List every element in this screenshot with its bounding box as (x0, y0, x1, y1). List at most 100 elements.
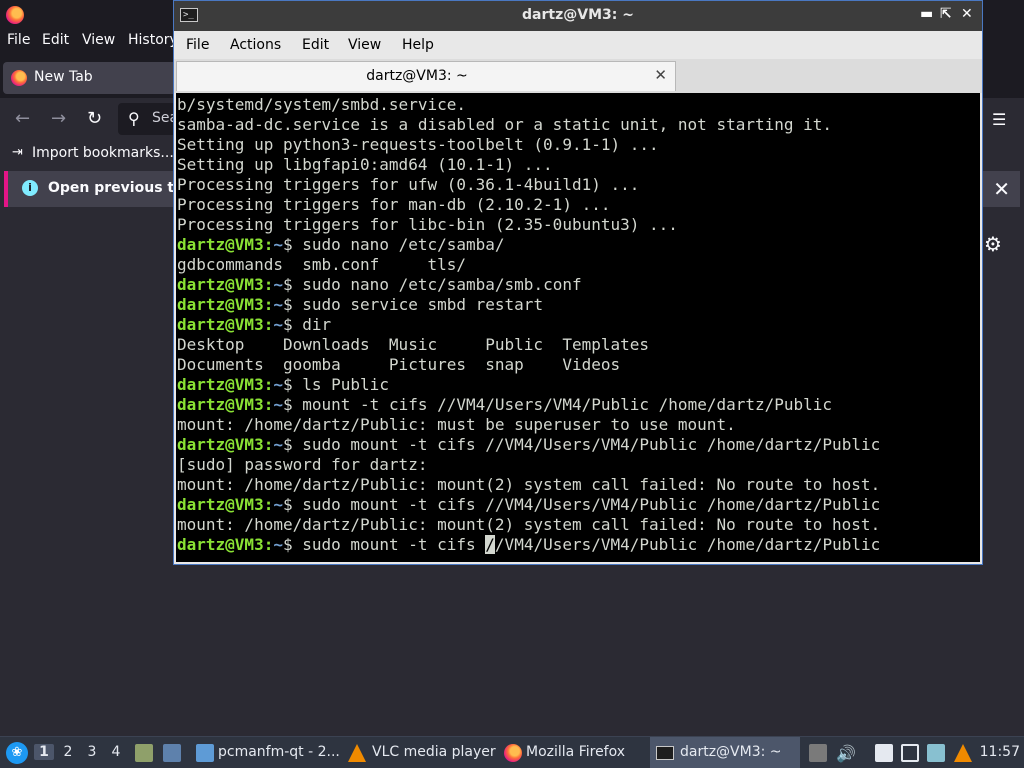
gear-icon[interactable]: ⚙ (984, 232, 1002, 256)
prompt-separator: : (263, 315, 274, 334)
firefox-logo-icon (6, 6, 24, 24)
terminal-output-text: mount: /home/dartz/Public: mount(2) syst… (177, 475, 881, 494)
minimize-icon[interactable]: ▬ (920, 6, 933, 22)
terminal-line: Desktop Downloads Music Public Templates (177, 335, 880, 355)
prompt-path: ~ (273, 315, 283, 334)
close-icon[interactable]: ✕ (961, 6, 973, 22)
firefox-tab-icon (11, 70, 27, 86)
terminal-output-text: Setting up python3-requests-toolbelt (0.… (177, 135, 659, 154)
terminal-line: dartz@VM3:~$ sudo nano /etc/samba/smb.co… (177, 275, 880, 295)
back-arrow-icon[interactable]: ← (15, 108, 30, 129)
display-icon[interactable] (901, 744, 919, 762)
firefox-menu-file[interactable]: File (7, 32, 30, 48)
command-text: $ ls Public (282, 375, 389, 394)
terminal-output-text: mount: /home/dartz/Public: must be super… (177, 415, 736, 434)
terminal-titlebar[interactable]: >_ dartz@VM3: ~ ▬ ⇱ ✕ (174, 1, 982, 31)
terminal-window: >_ dartz@VM3: ~ ▬ ⇱ ✕ File Actions Edit … (173, 0, 983, 565)
import-bookmarks-link[interactable]: Import bookmarks... (32, 145, 174, 161)
prompt-separator: : (263, 495, 274, 514)
terminal-line: mount: /home/dartz/Public: mount(2) syst… (177, 515, 880, 535)
terminal-screen[interactable]: b/systemd/system/smbd.service. samba-ad-d… (176, 93, 980, 562)
taskbar: ❀ 1 2 3 4 pcmanfm-qt - 2... VLC media pl… (0, 736, 1024, 768)
task-terminal[interactable]: dartz@VM3: ~ (650, 737, 800, 768)
terminal-line: Documents goomba Pictures snap Videos (177, 355, 880, 375)
terminal-output-text: b/systemd/system/smbd.service. (177, 95, 466, 114)
terminal-output-text: gdbcommands smb.conf tls/ (177, 255, 466, 274)
terminal-menubar: File Actions Edit View Help (174, 31, 982, 59)
firefox-menu-history[interactable]: History (128, 32, 178, 48)
command-text: /VM4/Users/VM4/Public /home/dartz/Public (494, 535, 881, 554)
prompt-path: ~ (273, 275, 283, 294)
task-label: Mozilla Firefox (526, 744, 626, 760)
terminal-output-text: [sudo] password for dartz: (177, 455, 428, 474)
terminal-line: gdbcommands smb.conf tls/ (177, 255, 880, 275)
start-menu-icon[interactable]: ❀ (6, 742, 28, 764)
vlc-cone-icon (348, 744, 366, 762)
terminal-title: dartz@VM3: ~ (522, 7, 634, 23)
show-desktop-icon[interactable] (163, 744, 181, 762)
task-pcmanfm[interactable]: pcmanfm-qt - 2... (190, 737, 342, 768)
prompt-user: dartz@VM3 (177, 535, 264, 554)
clock[interactable]: 11:57 (980, 744, 1020, 760)
firefox-tab-new-tab[interactable]: New Tab (3, 62, 178, 94)
vlc-tray-icon[interactable] (954, 744, 972, 762)
workspace-2[interactable]: 2 (58, 744, 78, 760)
volume-icon[interactable]: 🔊 (836, 744, 856, 763)
reload-icon[interactable]: ↻ (87, 108, 102, 129)
prompt-user: dartz@VM3 (177, 495, 264, 514)
tab-close-icon[interactable]: ✕ (654, 66, 667, 84)
text-cursor: / (485, 535, 495, 554)
prompt-separator: : (263, 235, 274, 254)
command-text: $ dir (282, 315, 332, 334)
terminal-line: dartz@VM3:~$ sudo mount -t cifs //VM4/Us… (177, 435, 880, 455)
terminal-menu-actions[interactable]: Actions (230, 37, 281, 53)
terminal-output-text: Processing triggers for libc-bin (2.35-0… (177, 215, 678, 234)
forward-arrow-icon[interactable]: → (51, 108, 66, 129)
terminal-output-text: mount: /home/dartz/Public: mount(2) syst… (177, 515, 881, 534)
prompt-separator: : (263, 275, 274, 294)
notes-icon[interactable] (875, 744, 893, 762)
terminal-output: b/systemd/system/smbd.service. samba-ad-d… (177, 95, 880, 555)
prompt-user: dartz@VM3 (177, 395, 264, 414)
workspace-3[interactable]: 3 (82, 744, 102, 760)
firefox-icon (504, 744, 522, 762)
terminal-line: Processing triggers for libc-bin (2.35-0… (177, 215, 880, 235)
task-firefox[interactable]: Mozilla Firefox (498, 737, 638, 768)
command-text: $ sudo nano /etc/samba/ (282, 235, 505, 254)
terminal-menu-edit[interactable]: Edit (302, 37, 329, 53)
clipboard-icon[interactable] (809, 744, 827, 762)
terminal-icon (656, 746, 674, 760)
command-text: $ sudo nano /etc/samba/smb.conf (282, 275, 582, 294)
prompt-user: dartz@VM3 (177, 315, 264, 334)
workspace-1[interactable]: 1 (34, 744, 54, 760)
prompt-path: ~ (273, 235, 283, 254)
trash-icon[interactable] (135, 744, 153, 762)
search-icon: ⚲ (128, 109, 140, 128)
terminal-line: Setting up libgfapi0:amd64 (10.1-1) ... (177, 155, 880, 175)
maximize-icon[interactable]: ⇱ (940, 6, 952, 22)
terminal-line: [sudo] password for dartz: (177, 455, 880, 475)
update-notifier-icon[interactable] (927, 744, 945, 762)
workspace-4[interactable]: 4 (106, 744, 126, 760)
terminal-output-text: Desktop Downloads Music Public Templates (177, 335, 650, 354)
terminal-line: samba-ad-dc.service is a disabled or a s… (177, 115, 880, 135)
terminal-tab[interactable]: dartz@VM3: ~ ✕ (176, 61, 676, 91)
firefox-menu-edit[interactable]: Edit (42, 32, 69, 48)
command-text: $ sudo mount -t cifs (282, 535, 486, 554)
firefox-menu-view[interactable]: View (82, 32, 115, 48)
prompt-separator: : (263, 435, 274, 454)
command-text: $ sudo service smbd restart (282, 295, 544, 314)
prompt-separator: : (263, 395, 274, 414)
terminal-menu-view[interactable]: View (348, 37, 381, 53)
terminal-output-text: samba-ad-dc.service is a disabled or a s… (177, 115, 833, 134)
terminal-output-text: Processing triggers for ufw (0.36.1-4bui… (177, 175, 640, 194)
terminal-menu-help[interactable]: Help (402, 37, 434, 53)
info-icon: i (22, 180, 38, 196)
prompt-user: dartz@VM3 (177, 235, 264, 254)
menu-icon[interactable]: ☰ (992, 110, 1006, 129)
task-vlc[interactable]: VLC media player (344, 737, 496, 768)
terminal-menu-file[interactable]: File (186, 37, 209, 53)
terminal-line: dartz@VM3:~$ dir (177, 315, 880, 335)
close-icon[interactable]: ✕ (993, 177, 1010, 201)
notice-text: Open previous ta (48, 180, 184, 196)
